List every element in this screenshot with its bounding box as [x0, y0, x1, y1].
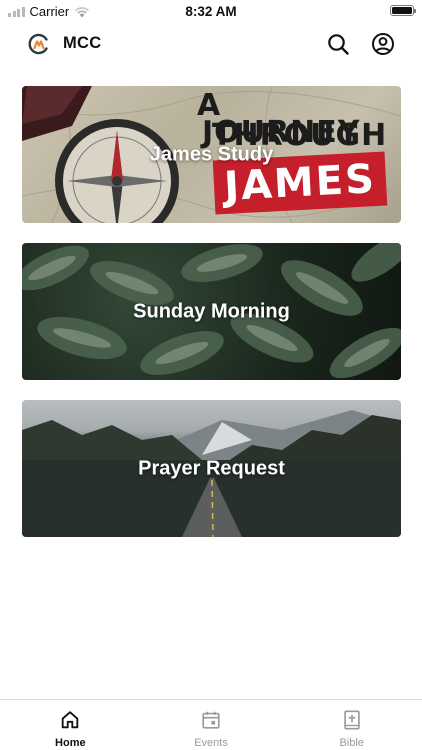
app-title: MCC [63, 34, 102, 52]
card-label-sunday-morning: Sunday Morning [133, 300, 290, 322]
card-label-james-study: James Study [149, 143, 274, 165]
card-label-prayer-request: Prayer Request [138, 457, 285, 479]
battery-icon [390, 5, 416, 16]
app-header: MCC [0, 22, 422, 66]
tab-bible-label: Bible [339, 737, 364, 749]
status-bar: Carrier 8:32 AM [0, 0, 422, 22]
search-button[interactable] [325, 31, 351, 57]
tab-bible[interactable]: Bible [281, 700, 422, 750]
tab-home-label: Home [55, 737, 86, 749]
tab-events[interactable]: Events [141, 700, 282, 750]
calendar-icon [202, 711, 220, 729]
card-sunday-morning[interactable]: Sunday Morning [22, 243, 401, 380]
account-button[interactable] [370, 31, 396, 57]
search-icon [328, 34, 349, 55]
home-icon [62, 711, 79, 729]
status-time: 8:32 AM [185, 4, 237, 19]
account-icon [372, 33, 394, 55]
card-prayer-request[interactable]: Prayer Request [22, 400, 401, 537]
card-james-study[interactable]: A JOURNEY THROUGH JAMES James Study [22, 86, 401, 223]
tab-bar: Home Events Bible [0, 699, 422, 750]
tab-home[interactable]: Home [0, 700, 141, 750]
bible-icon [343, 710, 360, 730]
tab-events-label: Events [194, 737, 228, 749]
mcc-logo-icon [28, 33, 48, 55]
